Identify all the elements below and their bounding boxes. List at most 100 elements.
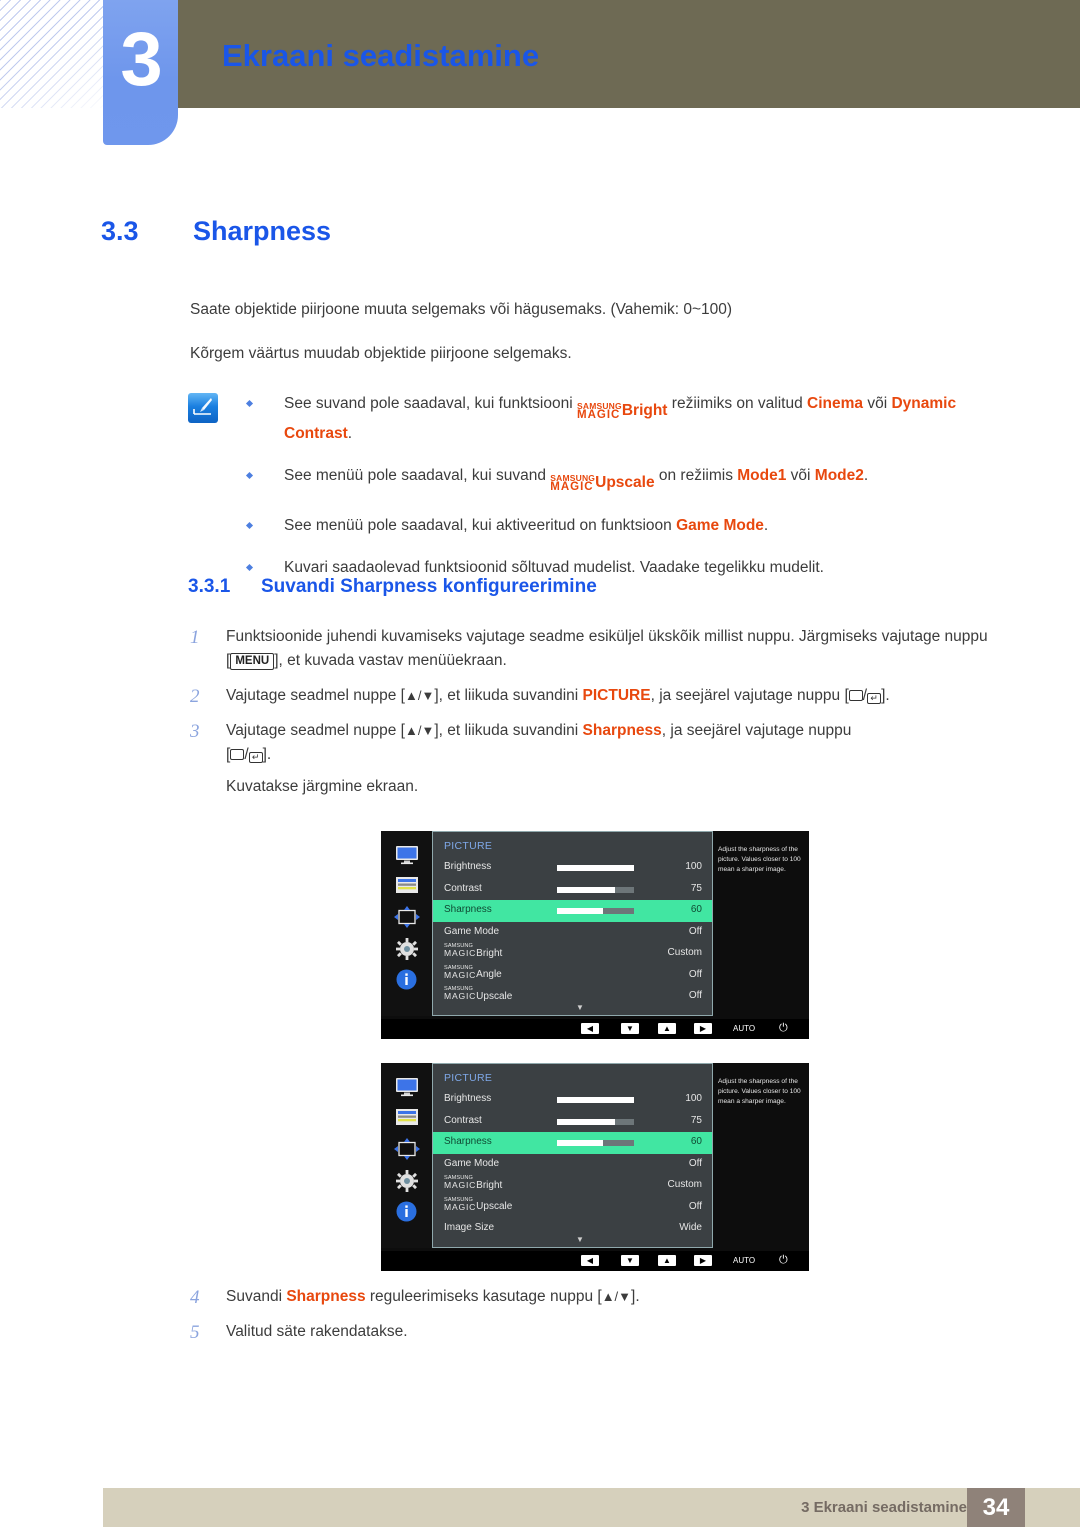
osd-magic-suffix: Bright [476, 947, 503, 959]
step-text-b: ], et liikuda suvandini [434, 687, 583, 705]
subsection-number: 3.3.1 [188, 576, 231, 597]
osd-magic-suffix: Angle [476, 969, 502, 981]
osd-magic-label: SAMSUNG MAGIC Upscale [444, 1197, 513, 1213]
osd-key-up[interactable]: ▲ [658, 1255, 676, 1266]
osd-scroll-down-caret[interactable]: ▼ [576, 1236, 584, 1244]
osd-row-value: 60 [690, 1136, 702, 1147]
osd-row-value: Off [688, 1200, 702, 1212]
osd-row-magicupscale[interactable]: SAMSUNG MAGIC Upscale Off [433, 1197, 712, 1219]
subsection-title: Suvandi Sharpness konfigureerimine [261, 576, 597, 597]
power-icon[interactable]: ⏻ [779, 1254, 788, 1266]
note-text-mid: on režiimis [654, 467, 738, 485]
osd-menu-panel: PICTURE Brightness 100 Contrast 75 Sharp… [432, 831, 713, 1016]
osd-row-game-mode[interactable]: Game Mode Off [433, 1154, 712, 1176]
osd-menu-rows: Brightness 100 Contrast 75 Sharpness 60 … [433, 1089, 712, 1240]
osd-row-image-size[interactable]: Image Size Wide [433, 1218, 712, 1240]
page-header: 3 Ekraani seadistamine [0, 0, 1080, 170]
intro-paragraph-1: Saate objektide piirjoone muuta selgemak… [190, 301, 733, 318]
osd-row-contrast[interactable]: Contrast 75 [433, 1111, 712, 1133]
osd-magic-label: SAMSUNG MAGIC Bright [444, 943, 503, 959]
osd-row-magicbright[interactable]: SAMSUNG MAGIC Bright Custom [433, 1175, 712, 1197]
osd-screenshot-2: PICTURE Brightness 100 Contrast 75 Sharp… [381, 1063, 809, 1271]
osd-magic-bottom: MAGIC [444, 969, 477, 980]
osd-key-up[interactable]: ▲ [658, 1023, 676, 1034]
osd-row-label: Brightness [444, 861, 492, 872]
magic-suffix: Bright [621, 401, 668, 419]
note-highlight-1: Cinema [807, 395, 864, 412]
osd-magic-bottom: MAGIC [444, 991, 477, 1002]
chapter-number: 3 [120, 17, 162, 102]
osd-row-sharpness[interactable]: Sharpness 60 [433, 900, 712, 922]
step-text-a: Valitud säte rakendatakse. [226, 1323, 408, 1341]
osd-menu-panel: PICTURE Brightness 100 Contrast 75 Sharp… [432, 1063, 713, 1248]
footer-chapter-label: 3 Ekraani seadistamine [801, 1499, 967, 1516]
info-icon [381, 1201, 432, 1227]
osd-bottom-bar: ◀ ▼ ▲ ▶ AUTO ⏻ [381, 1251, 809, 1271]
step-number: 1 [190, 627, 200, 648]
magic-bottom: MAGIC [550, 481, 594, 494]
note-highlight-1: Game Mode [676, 516, 764, 534]
osd-magic-label: SAMSUNG MAGIC Upscale [444, 986, 512, 1002]
monitor-icon [381, 845, 432, 870]
magic-suffix: Upscale [595, 474, 655, 492]
osd-row-label: Image Size [444, 1222, 495, 1233]
osd-sidebar [381, 831, 432, 1016]
enter-key-icon: ↵ [248, 752, 263, 764]
note-highlight-1: Mode1 [737, 467, 787, 485]
note-text-pre: See menüü pole saadaval, kui aktiveeritu… [284, 516, 677, 534]
step-2: 2 Vajutage seadmel nuppe [▲/▼], et liikud… [190, 684, 990, 708]
osd-row-value: Custom [667, 1179, 702, 1190]
osd-row-slider[interactable] [557, 1140, 634, 1146]
osd-auto-label[interactable]: AUTO [733, 1255, 755, 1266]
osd-row-slider[interactable] [557, 1118, 634, 1125]
osd-row-contrast[interactable]: Contrast 75 [433, 879, 712, 901]
osd-magic-suffix: Upscale [476, 1201, 513, 1213]
note-text-mid: režiimiks on valitud [667, 395, 808, 412]
info-icon [381, 969, 432, 995]
updown-arrows-icon: ▲/▼ [404, 688, 435, 704]
osd-row-slider[interactable] [557, 886, 634, 893]
pencil-glyph [193, 398, 212, 415]
osd-key-down[interactable]: ▼ [621, 1255, 639, 1266]
osd-key-right[interactable]: ▶ [694, 1023, 712, 1034]
step-highlight: PICTURE [582, 687, 651, 705]
osd-auto-label[interactable]: AUTO [733, 1023, 755, 1034]
section-title: Sharpness [193, 216, 332, 246]
osd-row-magicupscale[interactable]: SAMSUNG MAGIC Upscale Off [433, 986, 712, 1008]
subsection-heading: 3.3.1 Suvandi Sharpness konfigureerimine [188, 576, 597, 598]
step-3-substep: Kuvatakse järgmine ekraan. [226, 778, 419, 796]
osd-key-right[interactable]: ▶ [694, 1255, 712, 1266]
note-text-mid2: või [863, 395, 892, 412]
source-key-icon [230, 749, 245, 761]
osd-row-magicbright[interactable]: SAMSUNG MAGIC Bright Custom [433, 943, 712, 965]
osd-row-value: 60 [690, 904, 702, 915]
osd-row-magicangle[interactable]: SAMSUNG MAGIC Angle Off [433, 965, 712, 987]
osd-row-brightness[interactable]: Brightness 100 [433, 1089, 712, 1111]
osd-key-left[interactable]: ◀ [581, 1255, 599, 1266]
osd-row-brightness[interactable]: Brightness 100 [433, 857, 712, 879]
osd-key-down[interactable]: ▼ [621, 1023, 639, 1034]
note-text-mid2: või [786, 467, 815, 485]
osd-row-slider[interactable] [557, 1097, 634, 1103]
osd-row-value: Off [688, 1157, 702, 1169]
osd-screenshot-1: PICTURE Brightness 100 Contrast 75 Sharp… [381, 831, 809, 1039]
page-footer: 3 Ekraani seadistamine 34 [103, 1488, 1080, 1527]
step-text-b: ], et liikuda suvandini [434, 722, 583, 740]
osd-row-game-mode[interactable]: Game Mode Off [433, 922, 712, 944]
step-number: 2 [190, 686, 200, 708]
osd-description-pane: Adjust the sharpness of the picture. Val… [713, 1063, 809, 1248]
osd-row-value: Off [688, 990, 702, 1001]
osd-row-slider[interactable] [557, 865, 634, 871]
osd-key-left[interactable]: ◀ [581, 1023, 599, 1034]
osd-row-slider[interactable] [557, 908, 634, 914]
power-icon[interactable]: ⏻ [779, 1022, 788, 1034]
move-arrows-icon [381, 906, 432, 933]
osd-row-sharpness[interactable]: Sharpness 60 [433, 1132, 712, 1154]
step-number: 3 [190, 721, 200, 743]
step-1: 1 Funktsioonide juhendi kuvamiseks vajuta… [190, 625, 990, 673]
osd-scroll-down-caret[interactable]: ▼ [576, 1004, 584, 1012]
osd-row-label: Contrast [444, 1114, 482, 1126]
step-text-c: , ja seejärel vajutage nuppu [661, 722, 852, 740]
step-5: 5 Valitud säte rakendatakse. [190, 1320, 990, 1344]
samsung-magic-logo: SAMSUNG MAGIC Bright [577, 399, 668, 422]
